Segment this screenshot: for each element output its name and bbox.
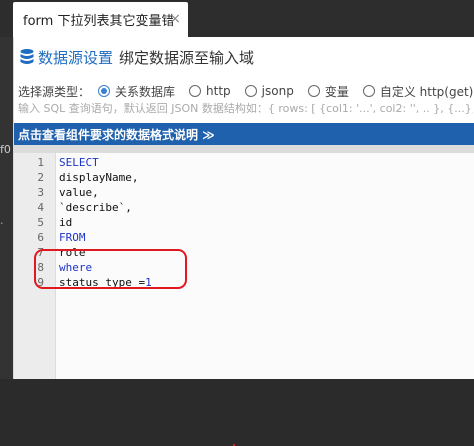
radio-label[interactable]: 关系数据库: [115, 83, 175, 100]
data-format-help-bar[interactable]: 点击查看组件要求的数据格式说明 ≫: [14, 123, 474, 145]
line-number: 2: [37, 171, 44, 184]
code-line[interactable]: displayName,: [59, 170, 138, 185]
tab-strip: form 下拉列表其它变量错 ×: [0, 0, 474, 37]
code-line[interactable]: SELECT: [59, 155, 99, 170]
datasource-dialog: 数据源设置 绑定数据源至输入域 选择源类型： 关系数据库 http jsonp …: [13, 37, 474, 446]
sql-code-editor[interactable]: 1 2 3 4 5 6 7 8 9 SELECT displayName, va…: [14, 153, 474, 446]
radio-http[interactable]: [189, 85, 202, 97]
radio-label[interactable]: 变量: [325, 83, 349, 100]
radio-jsonp[interactable]: [244, 85, 257, 97]
tab-title: form 下拉列表其它变量错: [23, 14, 173, 29]
line-number: 6: [37, 231, 44, 244]
sql-hint-text: 输入 SQL 查询语句，默认返回 JSON 数据结构如：{ rows: [ {c…: [18, 102, 473, 115]
radio-variable[interactable]: [307, 85, 320, 97]
left-edge-panel: f0 ·: [0, 37, 13, 379]
radio-custom-http[interactable]: [362, 85, 375, 97]
tab-form[interactable]: form 下拉列表其它变量错 ×: [13, 2, 188, 37]
dialog-title: 数据源设置: [38, 48, 114, 67]
editor-toolbar-gap: [14, 145, 474, 153]
dialog-header: 数据源设置 绑定数据源至输入域: [14, 37, 474, 77]
line-number: 4: [37, 201, 44, 214]
highlight-annotation: [34, 249, 187, 289]
source-type-row: 选择源类型： 关系数据库 http jsonp 变量 自定义 http(get)…: [18, 81, 474, 101]
line-number: 5: [37, 216, 44, 229]
radio-label[interactable]: http: [206, 84, 231, 98]
radio-relational-db[interactable]: [98, 85, 111, 97]
radio-label[interactable]: 自定义 http(get) 接: [380, 83, 474, 100]
data-format-help-label: 点击查看组件要求的数据格式说明 ≫: [18, 127, 215, 142]
line-number: 1: [37, 156, 44, 169]
close-icon[interactable]: ×: [169, 11, 181, 27]
line-number: 3: [37, 186, 44, 199]
left-edge-glyph: f0: [0, 143, 11, 156]
code-line[interactable]: value,: [59, 185, 99, 200]
dialog-subtitle: 绑定数据源至输入域: [119, 48, 255, 67]
database-icon: [20, 49, 34, 64]
code-line[interactable]: FROM: [59, 230, 86, 245]
code-line[interactable]: id: [59, 215, 72, 230]
left-edge-glyph: ·: [0, 217, 4, 230]
source-type-label: 选择源类型：: [18, 84, 91, 99]
code-line[interactable]: `describe`,: [59, 200, 132, 215]
radio-label[interactable]: jsonp: [262, 84, 294, 98]
